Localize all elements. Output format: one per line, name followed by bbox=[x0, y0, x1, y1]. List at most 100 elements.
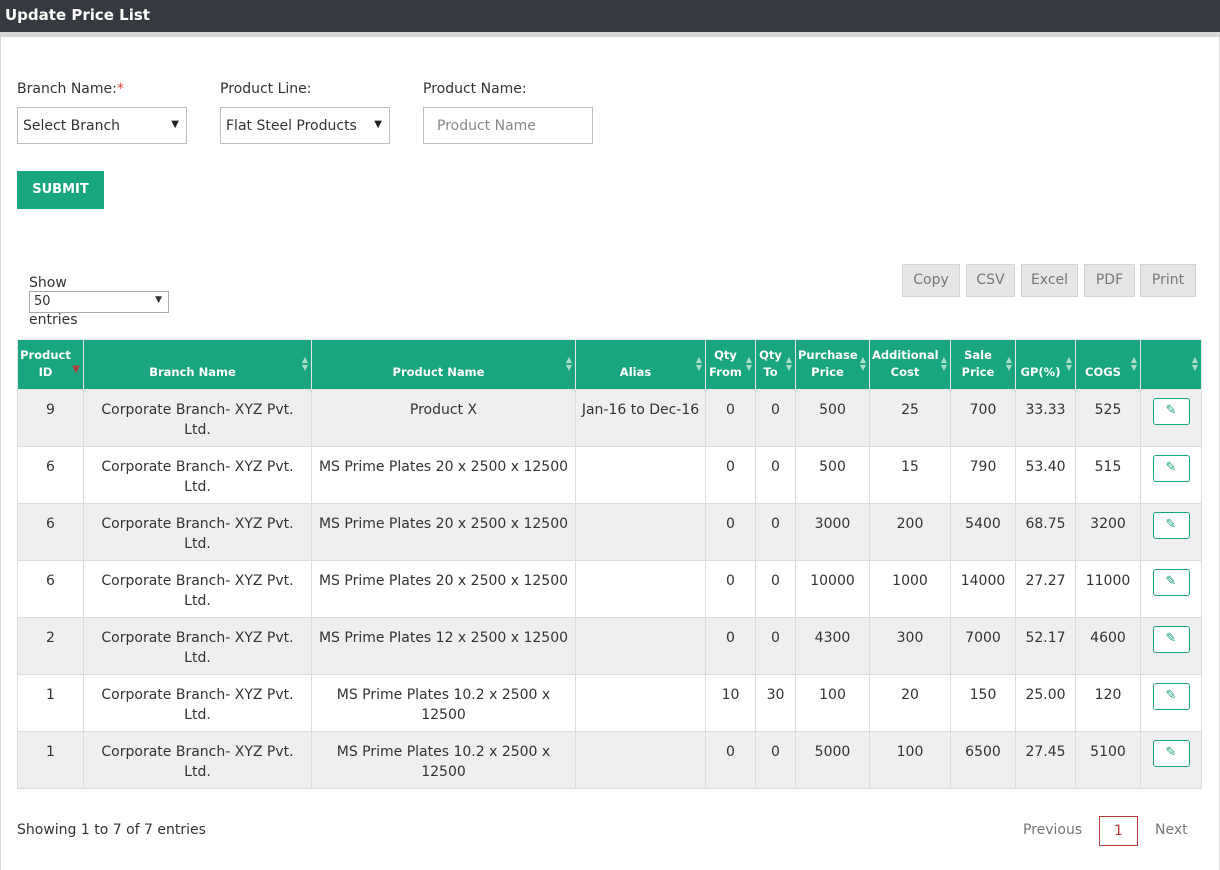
page-title: Update Price List bbox=[5, 6, 150, 24]
cell-gp-percent: 27.27 bbox=[1015, 560, 1076, 618]
submit-button[interactable]: SUBMIT bbox=[17, 171, 104, 209]
column-header-label: COGS bbox=[1085, 365, 1121, 379]
table-row: 1 Corporate Branch- XYZ Pvt. Ltd. MS Prime… bbox=[17, 674, 1202, 732]
cell-actions: ✎ bbox=[1140, 446, 1202, 504]
cell-sale-price: 14000 bbox=[950, 560, 1016, 618]
cell-cogs: 515 bbox=[1075, 446, 1141, 504]
pencil-icon: ✎ bbox=[1165, 517, 1177, 532]
cell-cogs: 525 bbox=[1075, 389, 1141, 447]
table-row: 6 Corporate Branch- XYZ Pvt. Ltd. MS Prime… bbox=[17, 503, 1202, 561]
copy-button[interactable]: Copy bbox=[902, 264, 960, 297]
column-header-qty-to[interactable]: Qty To ▲ ▼ bbox=[755, 339, 796, 390]
cell-product-id: 6 bbox=[17, 503, 84, 561]
cell-additional-cost: 20 bbox=[869, 674, 951, 732]
cell-gp-percent: 68.75 bbox=[1015, 503, 1076, 561]
excel-button[interactable]: Excel bbox=[1021, 264, 1078, 297]
cell-product-name: MS Prime Plates 10.2 x 2500 x 12500 bbox=[311, 731, 576, 789]
print-button[interactable]: Print bbox=[1140, 264, 1196, 297]
cell-gp-percent: 25.00 bbox=[1015, 674, 1076, 732]
column-header-alias[interactable]: Alias ▲ ▼ bbox=[575, 339, 706, 390]
cell-product-id: 6 bbox=[17, 446, 84, 504]
sort-arrows-icon: ▲ ▼ bbox=[1005, 355, 1012, 372]
column-header-additional-cost[interactable]: Additional Cost ▲ ▼ bbox=[869, 339, 951, 390]
cell-sale-price: 6500 bbox=[950, 731, 1016, 789]
pencil-icon: ✎ bbox=[1165, 688, 1177, 703]
sort-desc-icon: ▼ bbox=[72, 364, 80, 375]
column-header-gp[interactable]: GP(%) ▲ ▼ bbox=[1015, 339, 1076, 390]
column-header-purchase-price[interactable]: Purchase Price ▲ ▼ bbox=[795, 339, 870, 390]
cell-sale-price: 790 bbox=[950, 446, 1016, 504]
sort-arrows-icon: ▲ ▼ bbox=[785, 355, 792, 372]
previous-page-button[interactable]: Previous bbox=[1023, 822, 1082, 838]
cell-alias bbox=[575, 731, 706, 789]
column-header-branch-name[interactable]: Branch Name ▲ ▼ bbox=[83, 339, 312, 390]
column-header-sale-price[interactable]: Sale Price ▲ ▼ bbox=[950, 339, 1016, 390]
csv-button[interactable]: CSV bbox=[966, 264, 1015, 297]
edit-button[interactable]: ✎ bbox=[1152, 626, 1190, 653]
caret-down-icon: ▼ bbox=[155, 295, 162, 305]
cell-product-id: 9 bbox=[17, 389, 84, 447]
cell-actions: ✎ bbox=[1140, 674, 1202, 732]
entries-per-page-select[interactable]: 50 ▼ bbox=[29, 291, 169, 313]
branch-name-label-text: Branch Name: bbox=[17, 81, 117, 97]
cell-qty-from: 10 bbox=[705, 674, 756, 732]
product-line-select-value: Flat Steel Products bbox=[226, 118, 357, 134]
cell-additional-cost: 25 bbox=[869, 389, 951, 447]
cell-product-name: MS Prime Plates 10.2 x 2500 x 12500 bbox=[311, 674, 576, 732]
next-page-button[interactable]: Next bbox=[1155, 822, 1188, 838]
edit-button[interactable]: ✎ bbox=[1152, 512, 1190, 539]
table-info: Showing 1 to 7 of 7 entries bbox=[17, 822, 206, 838]
sort-arrows-icon: ▲ ▼ bbox=[695, 355, 702, 372]
cell-branch-name: Corporate Branch- XYZ Pvt. Ltd. bbox=[83, 446, 312, 504]
edit-button[interactable]: ✎ bbox=[1152, 683, 1190, 710]
cell-product-name: MS Prime Plates 20 x 2500 x 12500 bbox=[311, 446, 576, 504]
product-line-label: Product Line: bbox=[220, 81, 312, 97]
cell-actions: ✎ bbox=[1140, 389, 1202, 447]
cell-qty-from: 0 bbox=[705, 389, 756, 447]
column-header-qty-from[interactable]: Qty From ▲ ▼ bbox=[705, 339, 756, 390]
cell-alias bbox=[575, 446, 706, 504]
branch-name-label: Branch Name:* bbox=[17, 81, 124, 97]
pencil-icon: ✎ bbox=[1165, 403, 1177, 418]
column-header-label: Qty From bbox=[709, 348, 742, 379]
sort-arrows-icon: ▲ ▼ bbox=[940, 355, 947, 372]
edit-button[interactable]: ✎ bbox=[1152, 398, 1190, 425]
edit-button[interactable]: ✎ bbox=[1152, 569, 1190, 596]
cell-qty-to: 0 bbox=[755, 446, 796, 504]
product-name-input[interactable]: Product Name bbox=[423, 107, 593, 144]
cell-product-name: Product X bbox=[311, 389, 576, 447]
cell-sale-price: 5400 bbox=[950, 503, 1016, 561]
entries-label: entries bbox=[29, 312, 78, 328]
cell-qty-from: 0 bbox=[705, 503, 756, 561]
column-header-label: Purchase Price bbox=[798, 348, 858, 379]
branch-select[interactable]: Select Branch ▼ bbox=[17, 107, 187, 144]
product-name-placeholder: Product Name bbox=[437, 118, 536, 134]
cell-qty-to: 30 bbox=[755, 674, 796, 732]
cell-sale-price: 700 bbox=[950, 389, 1016, 447]
cell-additional-cost: 100 bbox=[869, 731, 951, 789]
sort-arrows-icon: ▲ ▼ bbox=[745, 355, 752, 372]
pdf-button[interactable]: PDF bbox=[1084, 264, 1135, 297]
column-header-label: Qty To bbox=[759, 348, 782, 379]
table-row: 9 Corporate Branch- XYZ Pvt. Ltd. Product … bbox=[17, 389, 1202, 447]
cell-actions: ✎ bbox=[1140, 617, 1202, 675]
column-header-product-id[interactable]: Product ID ▼ bbox=[17, 339, 84, 390]
edit-button[interactable]: ✎ bbox=[1152, 455, 1190, 482]
column-header-product-name[interactable]: Product Name ▲ ▼ bbox=[311, 339, 576, 390]
cell-qty-to: 0 bbox=[755, 617, 796, 675]
column-header-label: GP(%) bbox=[1020, 365, 1061, 379]
cell-gp-percent: 53.40 bbox=[1015, 446, 1076, 504]
cell-purchase-price: 4300 bbox=[795, 617, 870, 675]
column-header-actions[interactable]: ▲ ▼ bbox=[1140, 339, 1202, 390]
cell-qty-from: 0 bbox=[705, 446, 756, 504]
cell-qty-from: 0 bbox=[705, 617, 756, 675]
cell-branch-name: Corporate Branch- XYZ Pvt. Ltd. bbox=[83, 503, 312, 561]
product-line-select[interactable]: Flat Steel Products ▼ bbox=[220, 107, 390, 144]
current-page-button[interactable]: 1 bbox=[1099, 816, 1138, 846]
column-header-cogs[interactable]: COGS ▲ ▼ bbox=[1075, 339, 1141, 390]
cell-additional-cost: 300 bbox=[869, 617, 951, 675]
table-header-row: Product ID ▼ Branch Name ▲ ▼ Product Name ▲ ▼… bbox=[17, 339, 1202, 390]
cell-product-id: 1 bbox=[17, 674, 84, 732]
sort-arrows-icon: ▲ ▼ bbox=[565, 355, 572, 372]
edit-button[interactable]: ✎ bbox=[1152, 740, 1190, 767]
